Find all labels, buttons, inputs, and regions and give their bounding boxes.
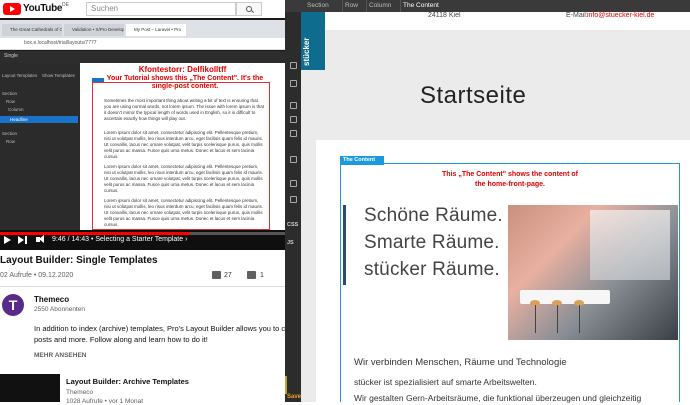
progress-fill [0, 232, 190, 235]
inner-lorem: Lorem ipsum dolor sit amet, consectetur … [104, 130, 264, 159]
breadcrumb-the-content[interactable]: The Content [403, 1, 439, 11]
time-display: 9:46 / 14:43 • Selecting a Starter Templ… [52, 236, 187, 243]
email-label: E-Mail: [566, 12, 588, 19]
inner-tab-2[interactable]: Validation • X/Pro Development [64, 24, 124, 36]
inner-panel-row: Row [6, 139, 16, 144]
volume-icon-cone [39, 235, 44, 243]
inner-tab-1[interactable]: The Great Cathedrals of Our T... [2, 24, 62, 36]
address-city: 24118 Kiel [428, 12, 461, 19]
channel-avatar-letter: T [8, 297, 18, 313]
css-button[interactable]: CSS [287, 222, 298, 228]
inner-panel-headline-row[interactable]: Headline [0, 116, 78, 123]
inner-content-tag [92, 78, 104, 82]
save-button[interactable]: Save [287, 394, 301, 400]
breadcrumb-separator [335, 0, 343, 12]
time-value: 9:46 / 14:43 [52, 236, 89, 243]
search-button[interactable] [236, 2, 262, 16]
video-title: Layout Builder: Single Templates [0, 255, 158, 266]
email-link[interactable]: info@stuecker-kiel.de [587, 12, 654, 19]
office-photo-stool-leg [557, 305, 558, 333]
breadcrumb-separator [359, 0, 367, 12]
inner-panel-row: Show Templates [42, 73, 75, 78]
breadcrumb-column[interactable]: Column [369, 1, 391, 11]
video-description: posts and more. Follow along and learn h… [34, 335, 208, 344]
youtube-region: DE [62, 2, 69, 8]
inner-banner-title: Kfontestorr: Delfikolltff [138, 65, 227, 74]
thumbs-down-icon[interactable] [247, 271, 256, 279]
breadcrumb-row[interactable]: Row [345, 1, 358, 11]
undo-icon[interactable] [290, 180, 297, 187]
channel-name[interactable]: Themeco [34, 295, 69, 304]
inner-side-panel: Layout Templates Show Templates Section … [0, 63, 80, 233]
the-content-tag[interactable]: The Content [340, 156, 384, 165]
hero-headline: stücker Räume. [364, 259, 500, 280]
phone-icon[interactable] [290, 130, 297, 137]
next-icon-bar [25, 236, 27, 244]
tablet-icon[interactable] [290, 116, 297, 123]
video-description: In addition to index (archive) templates… [34, 324, 341, 333]
chapter-label[interactable]: • Selecting a Starter Template › [91, 236, 187, 243]
intro-text: stücker ist spezialisiert auf smarte Arb… [354, 377, 537, 387]
play-icon[interactable] [4, 236, 11, 244]
breadcrumb-section[interactable]: Section [307, 1, 329, 11]
next-video-thumbnail[interactable] [0, 374, 60, 402]
channel-subscribers: 2550 Abonnenten [34, 306, 85, 313]
redo-icon[interactable] [290, 196, 297, 203]
inner-panel-row: Column [8, 107, 24, 112]
next-video-title[interactable]: Layout Builder: Archive Templates [66, 377, 189, 386]
mobile-icon[interactable] [290, 156, 297, 163]
intro-heading: Wir verbinden Menschen, Räume und Techno… [354, 357, 567, 368]
inner-panel-row: Section [2, 91, 18, 96]
content-note: the home-front-page. [475, 181, 545, 188]
breadcrumb-separator [393, 0, 401, 12]
inner-panel-row: Headline [10, 117, 28, 122]
video-meta: 02 Aufrufe • 09.12.2020 [0, 272, 74, 279]
elements-icon[interactable] [290, 80, 297, 87]
inner-lorem: Sometimes the most important thing about… [104, 98, 264, 121]
inner-panel-row: Section [2, 131, 18, 136]
inner-app-bar [0, 51, 285, 63]
next-video-channel: Themeco [66, 389, 94, 396]
hero-headline: Schöne Räume. [364, 205, 503, 226]
office-photo-stool-leg [579, 305, 580, 333]
office-photo-stool-leg [535, 305, 536, 333]
thumbs-up-icon[interactable] [212, 271, 221, 279]
inner-lorem: Lorem ipsum dolor sit amet, consectetur … [104, 198, 264, 227]
like-count: 27 [224, 272, 232, 279]
show-more-button[interactable]: MEHR ANSEHEN [34, 352, 87, 359]
accent-bar [343, 205, 346, 285]
dislike-count: 1 [260, 272, 264, 279]
inner-app-label: Single [4, 53, 18, 59]
content-note: This „The Content" shows the content of [442, 171, 578, 178]
search-icon-handle [251, 10, 254, 14]
inner-panel-row: Row [6, 99, 16, 104]
editor-toolbar [285, 12, 301, 402]
desktop-icon[interactable] [290, 102, 297, 109]
inner-panel-row: Layout Templates [2, 73, 38, 78]
brand-logo-text: stücker [302, 37, 311, 66]
inner-tab-3[interactable]: My Post – Laravel • Pro [126, 24, 186, 36]
hero-headline: Smarte Räume. [364, 232, 500, 253]
office-photo-wall [590, 210, 670, 280]
breadcrumb: Section Row Column The Content [285, 0, 690, 12]
page-title: Startseite [420, 82, 527, 109]
js-button[interactable]: JS [287, 240, 294, 246]
youtube-logo-text[interactable]: YouTube [23, 3, 63, 14]
divider [0, 286, 285, 287]
search-input[interactable]: Suchen [86, 2, 236, 16]
play-triangle-icon [10, 6, 15, 12]
inner-browser-tabbar: The Great Cathedrals of Our T... Validat… [0, 20, 285, 38]
layout-icon[interactable] [290, 62, 297, 69]
save-indicator [285, 376, 287, 394]
next-icon[interactable] [18, 236, 24, 244]
inner-lorem: Lorem ipsum dolor sit amet, consectetur … [104, 164, 264, 193]
inner-url-text: box.e.localhost/trial/layouts/7777 [24, 40, 97, 46]
